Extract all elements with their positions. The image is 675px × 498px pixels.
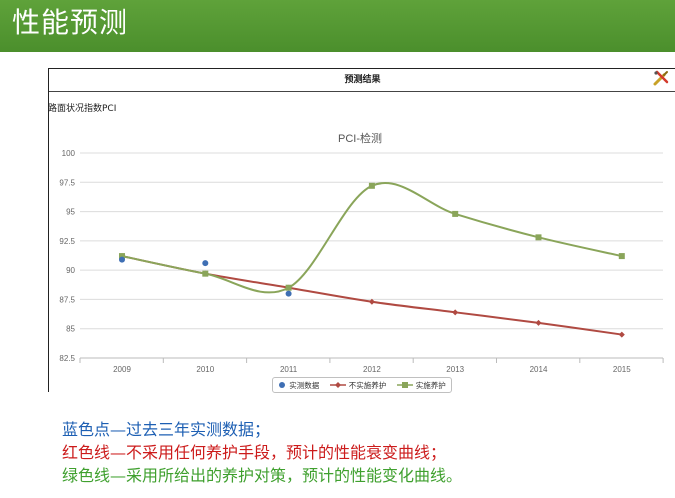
- measured-point: [285, 290, 292, 297]
- legend-item-no-maintenance[interactable]: 不实施养护: [329, 380, 387, 391]
- note-measured: 蓝色点—过去三年实测数据；: [62, 420, 271, 439]
- legend-label-no-maintenance: 不实施养护: [348, 380, 387, 390]
- y-tick-label: 95: [66, 208, 75, 217]
- maintenance-point: [285, 284, 292, 291]
- legend-item-maintenance[interactable]: 实施养护: [396, 380, 446, 391]
- y-tick-label: 100: [62, 149, 76, 158]
- measured-point: [202, 260, 209, 267]
- edit-tools-icon[interactable]: [652, 69, 670, 87]
- page-header: 性能预测: [0, 0, 675, 52]
- y-tick-label: 92.5: [59, 237, 75, 246]
- x-tick-label: 2014: [530, 365, 548, 374]
- legend-item-measured[interactable]: 实测数据: [278, 380, 319, 391]
- no-maintenance-point: [535, 319, 542, 326]
- page-title: 性能预测: [12, 6, 129, 39]
- maintenance-point: [535, 234, 542, 241]
- y-tick-label: 85: [66, 325, 75, 334]
- chart-legend[interactable]: 实测数据 不实施养护 实施养护: [272, 377, 452, 393]
- y-tick-label: 87.5: [59, 295, 75, 304]
- maintenance-point: [202, 270, 209, 277]
- no-maintenance-point: [618, 331, 625, 338]
- x-tick-label: 2015: [613, 365, 631, 374]
- no-maintenance-line: [121, 255, 622, 336]
- legend-notes: 蓝色点—过去三年实测数据； 红色线—不采用任何养护手段，预计的性能衰变曲线； 绿…: [62, 418, 462, 487]
- x-tick-label: 2009: [113, 365, 131, 374]
- pci-chart: PCI-检测 100 97.5 95 92.5 90 87.5 85 82.5 2009 2010 2…: [59, 131, 664, 374]
- y-tick-label: 90: [66, 266, 75, 275]
- y-tick-label: 97.5: [59, 178, 75, 187]
- no-maintenance-point: [452, 309, 459, 316]
- legend-label-measured: 实测数据: [289, 380, 320, 390]
- maintenance-point: [618, 253, 625, 260]
- note-maintenance: 绿色线—采用所给出的养护对策，预计的性能变化曲线。: [62, 466, 463, 485]
- chart-title: PCI-检测: [338, 131, 382, 145]
- measured-point: [119, 256, 125, 263]
- x-tick-label: 2010: [196, 365, 214, 374]
- maintenance-point: [368, 182, 375, 189]
- y-tick-label: 82.5: [59, 354, 75, 363]
- maintenance-line: [121, 182, 623, 294]
- x-tick-label: 2012: [363, 365, 381, 374]
- panel-title: 预测结果: [49, 68, 675, 92]
- maintenance-point: [452, 210, 459, 217]
- note-no-maintenance: 红色线—不采用任何养护手段，预计的性能衰变曲线；: [62, 443, 447, 462]
- index-label: 路面状况指数PCI: [48, 104, 117, 114]
- legend-label-maintenance: 实施养护: [415, 380, 446, 390]
- x-tick-label: 2013: [446, 365, 464, 374]
- x-tick-label: 2011: [280, 365, 298, 374]
